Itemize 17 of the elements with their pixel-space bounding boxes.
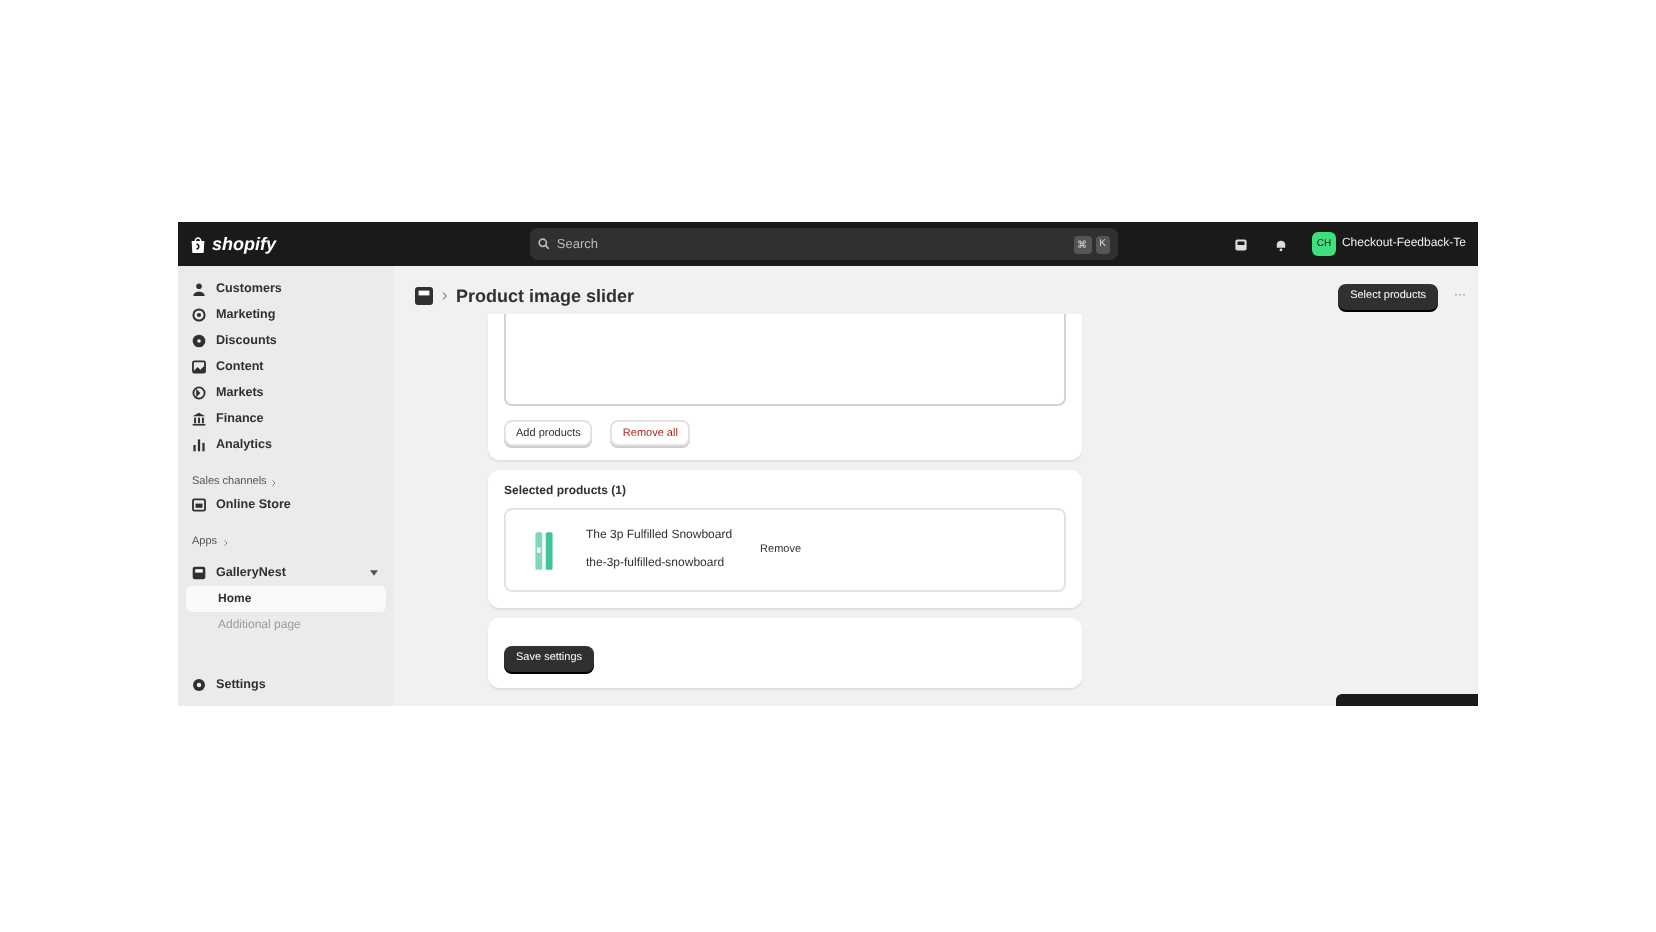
app-icon <box>414 286 434 306</box>
page-title: Product image slider <box>456 286 635 306</box>
bar-chart-icon <box>192 438 206 452</box>
snowboard-thumbnail <box>532 527 556 573</box>
app-icon <box>192 566 206 580</box>
bank-icon <box>192 412 206 426</box>
shopping-bag-icon <box>190 235 206 253</box>
store-icon <box>192 498 206 512</box>
search-icon <box>538 238 551 250</box>
floating-bar <box>1336 694 1478 706</box>
chevron-right-icon <box>442 292 448 300</box>
image-icon <box>192 360 206 374</box>
target-icon <box>192 308 206 322</box>
chevron-icon[interactable] <box>370 570 378 576</box>
person-icon <box>192 282 206 296</box>
logo-text: shopify <box>212 234 277 254</box>
settings-icon <box>192 678 206 692</box>
